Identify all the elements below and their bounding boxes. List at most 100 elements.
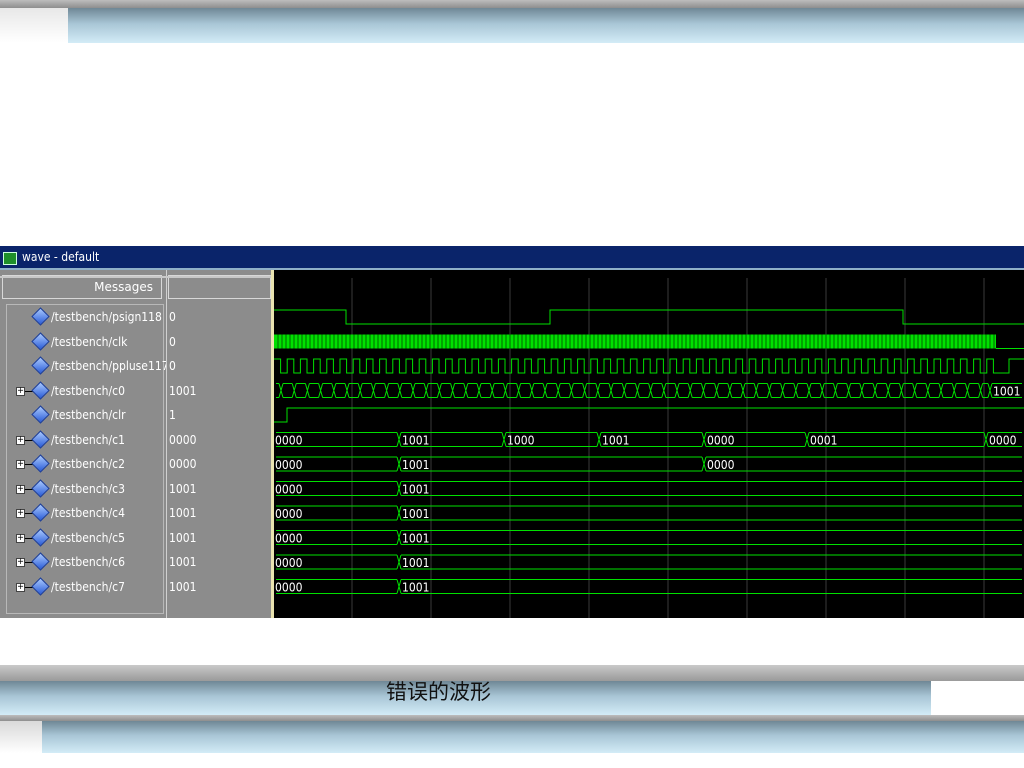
signal-value: 1001 [169, 555, 197, 569]
signal-row[interactable]: + /testbench/c4 [0, 501, 164, 525]
expand-icon[interactable]: + [16, 582, 25, 592]
signal-diamond-icon [31, 380, 50, 400]
bus-label: 1001 [402, 507, 429, 521]
values-header[interactable] [168, 275, 271, 299]
signal-name: /testbench/c2 [51, 457, 125, 471]
top-gray-band [0, 0, 1024, 8]
signal-diamond-icon [31, 552, 50, 571]
signal-name: /testbench/c7 [51, 579, 125, 594]
signal-row[interactable]: + /testbench/c2 [0, 452, 164, 476]
c1-bus-wave [276, 432, 1022, 447]
bus-label: 1001 [402, 483, 429, 497]
bus-label: 1001 [602, 434, 629, 448]
signal-value: 0 [169, 359, 176, 373]
bus-label: 1000 [507, 434, 535, 448]
messages-header[interactable]: Messages [2, 275, 162, 299]
wave-window-icon [3, 252, 17, 265]
expand-icon[interactable]: + [16, 460, 25, 469]
signal-row[interactable]: /testbench/psign118 [0, 305, 164, 329]
c4-bus-wave [276, 505, 1022, 521]
signal-name: /testbench/c1 [51, 432, 125, 447]
bottom-blue-band-2 [42, 721, 1024, 753]
signal-value: 1001 [169, 530, 197, 545]
signal-diamond-icon [31, 576, 50, 596]
signal-name: /testbench/c4 [51, 506, 125, 520]
bus-label: 1001 [993, 385, 1020, 399]
c5-bus-wave [276, 530, 1022, 545]
expand-icon[interactable]: + [16, 509, 25, 518]
signal-diamond-icon [31, 307, 50, 326]
c2-bus-wave [276, 456, 1022, 472]
expand-icon[interactable]: + [16, 558, 25, 567]
expand-icon[interactable]: + [16, 484, 25, 494]
signal-name: /testbench/c0 [51, 383, 125, 398]
signal-row[interactable]: + /testbench/c7 [0, 575, 164, 599]
bus-label: 0000 [275, 483, 303, 497]
signal-diamond-icon [31, 527, 50, 547]
clr-wave [274, 407, 1024, 423]
signal-name: /testbench/clr [51, 408, 126, 422]
signal-row[interactable]: /testbench/clr [0, 403, 164, 427]
signal-value: 0000 [169, 432, 197, 447]
signal-name: /testbench/c5 [51, 530, 125, 545]
signal-value: 0000 [169, 457, 197, 471]
bus-label: 0001 [810, 434, 837, 448]
signal-row[interactable]: + /testbench/c3 [0, 477, 164, 501]
signal-diamond-icon [31, 478, 50, 498]
signal-row[interactable]: /testbench/ppluse117 [0, 354, 169, 378]
waveform-canvas[interactable]: 1001 0000 1001 1000 1001 0000 0001 0000 0000 1001… [274, 270, 1024, 618]
header-separator [0, 276, 272, 278]
signal-row[interactable]: /testbench/clk [0, 330, 164, 354]
bus-label: 0000 [275, 581, 303, 595]
signal-name: /testbench/c3 [51, 481, 125, 496]
c3-bus-wave [276, 481, 1022, 496]
signal-row[interactable]: + /testbench/c0 [0, 379, 164, 403]
c0-bus-wave [276, 383, 1022, 398]
bus-label: 0000 [707, 434, 735, 448]
bottom-gray-band [0, 665, 1024, 681]
signal-diamond-icon [31, 331, 50, 351]
window-titlebar[interactable]: wave - default [0, 246, 1024, 270]
wave-window: wave - default Messages /testbench/psign… [0, 246, 1024, 618]
psign118-wave [274, 309, 1024, 325]
signal-value: 0 [169, 334, 176, 349]
bus-label: 1001 [402, 532, 429, 546]
signal-row[interactable]: + /testbench/c6 [0, 550, 164, 574]
signal-name: /testbench/ppluse117 [51, 359, 169, 373]
signal-name: /testbench/clk [51, 334, 128, 349]
signal-value: 1 [169, 408, 176, 422]
bus-label: 0000 [707, 458, 735, 472]
signal-diamond-icon [31, 454, 50, 473]
expand-icon[interactable]: + [16, 533, 25, 543]
signal-row[interactable]: + /testbench/c5 [0, 526, 164, 550]
signal-values-pane: 0 0 0 1001 1 0000 0000 1001 1001 1001 1001 1001 [166, 270, 272, 618]
top-blue-band [68, 8, 1024, 43]
bus-label: 1001 [402, 556, 429, 570]
signal-diamond-icon [31, 503, 50, 522]
bottom-fade-band [0, 721, 42, 753]
bus-label: 0000 [275, 434, 303, 448]
bus-label: 0000 [275, 507, 303, 521]
signal-diamond-icon [31, 356, 50, 375]
signal-row[interactable]: + /testbench/c1 [0, 428, 164, 452]
bus-label: 0000 [275, 532, 303, 546]
signal-value: 1001 [169, 481, 197, 496]
bus-label: 0000 [275, 556, 303, 570]
c6-bus-wave [276, 554, 1022, 570]
signal-value: 0 [169, 310, 176, 324]
expand-icon[interactable]: + [16, 386, 25, 396]
signal-name: /testbench/c6 [51, 555, 125, 569]
bus-label: 1001 [402, 458, 429, 472]
signal-value: 1001 [169, 506, 197, 520]
bus-label: 0000 [275, 458, 303, 472]
signal-value: 1001 [169, 383, 197, 398]
signal-value: 1001 [169, 579, 197, 594]
c7-bus-wave [276, 579, 1022, 594]
signal-diamond-icon [31, 429, 50, 449]
signal-name: /testbench/psign118 [51, 310, 162, 324]
waveform-view[interactable]: 1001 0000 1001 1000 1001 0000 0001 0000 0000 1001… [274, 270, 1024, 618]
signal-diamond-icon [31, 405, 50, 424]
expand-icon[interactable]: + [16, 435, 25, 445]
signal-names-pane: Messages /testbench/psign118/testbench/c… [0, 270, 169, 618]
bus-label: 1001 [402, 581, 429, 595]
